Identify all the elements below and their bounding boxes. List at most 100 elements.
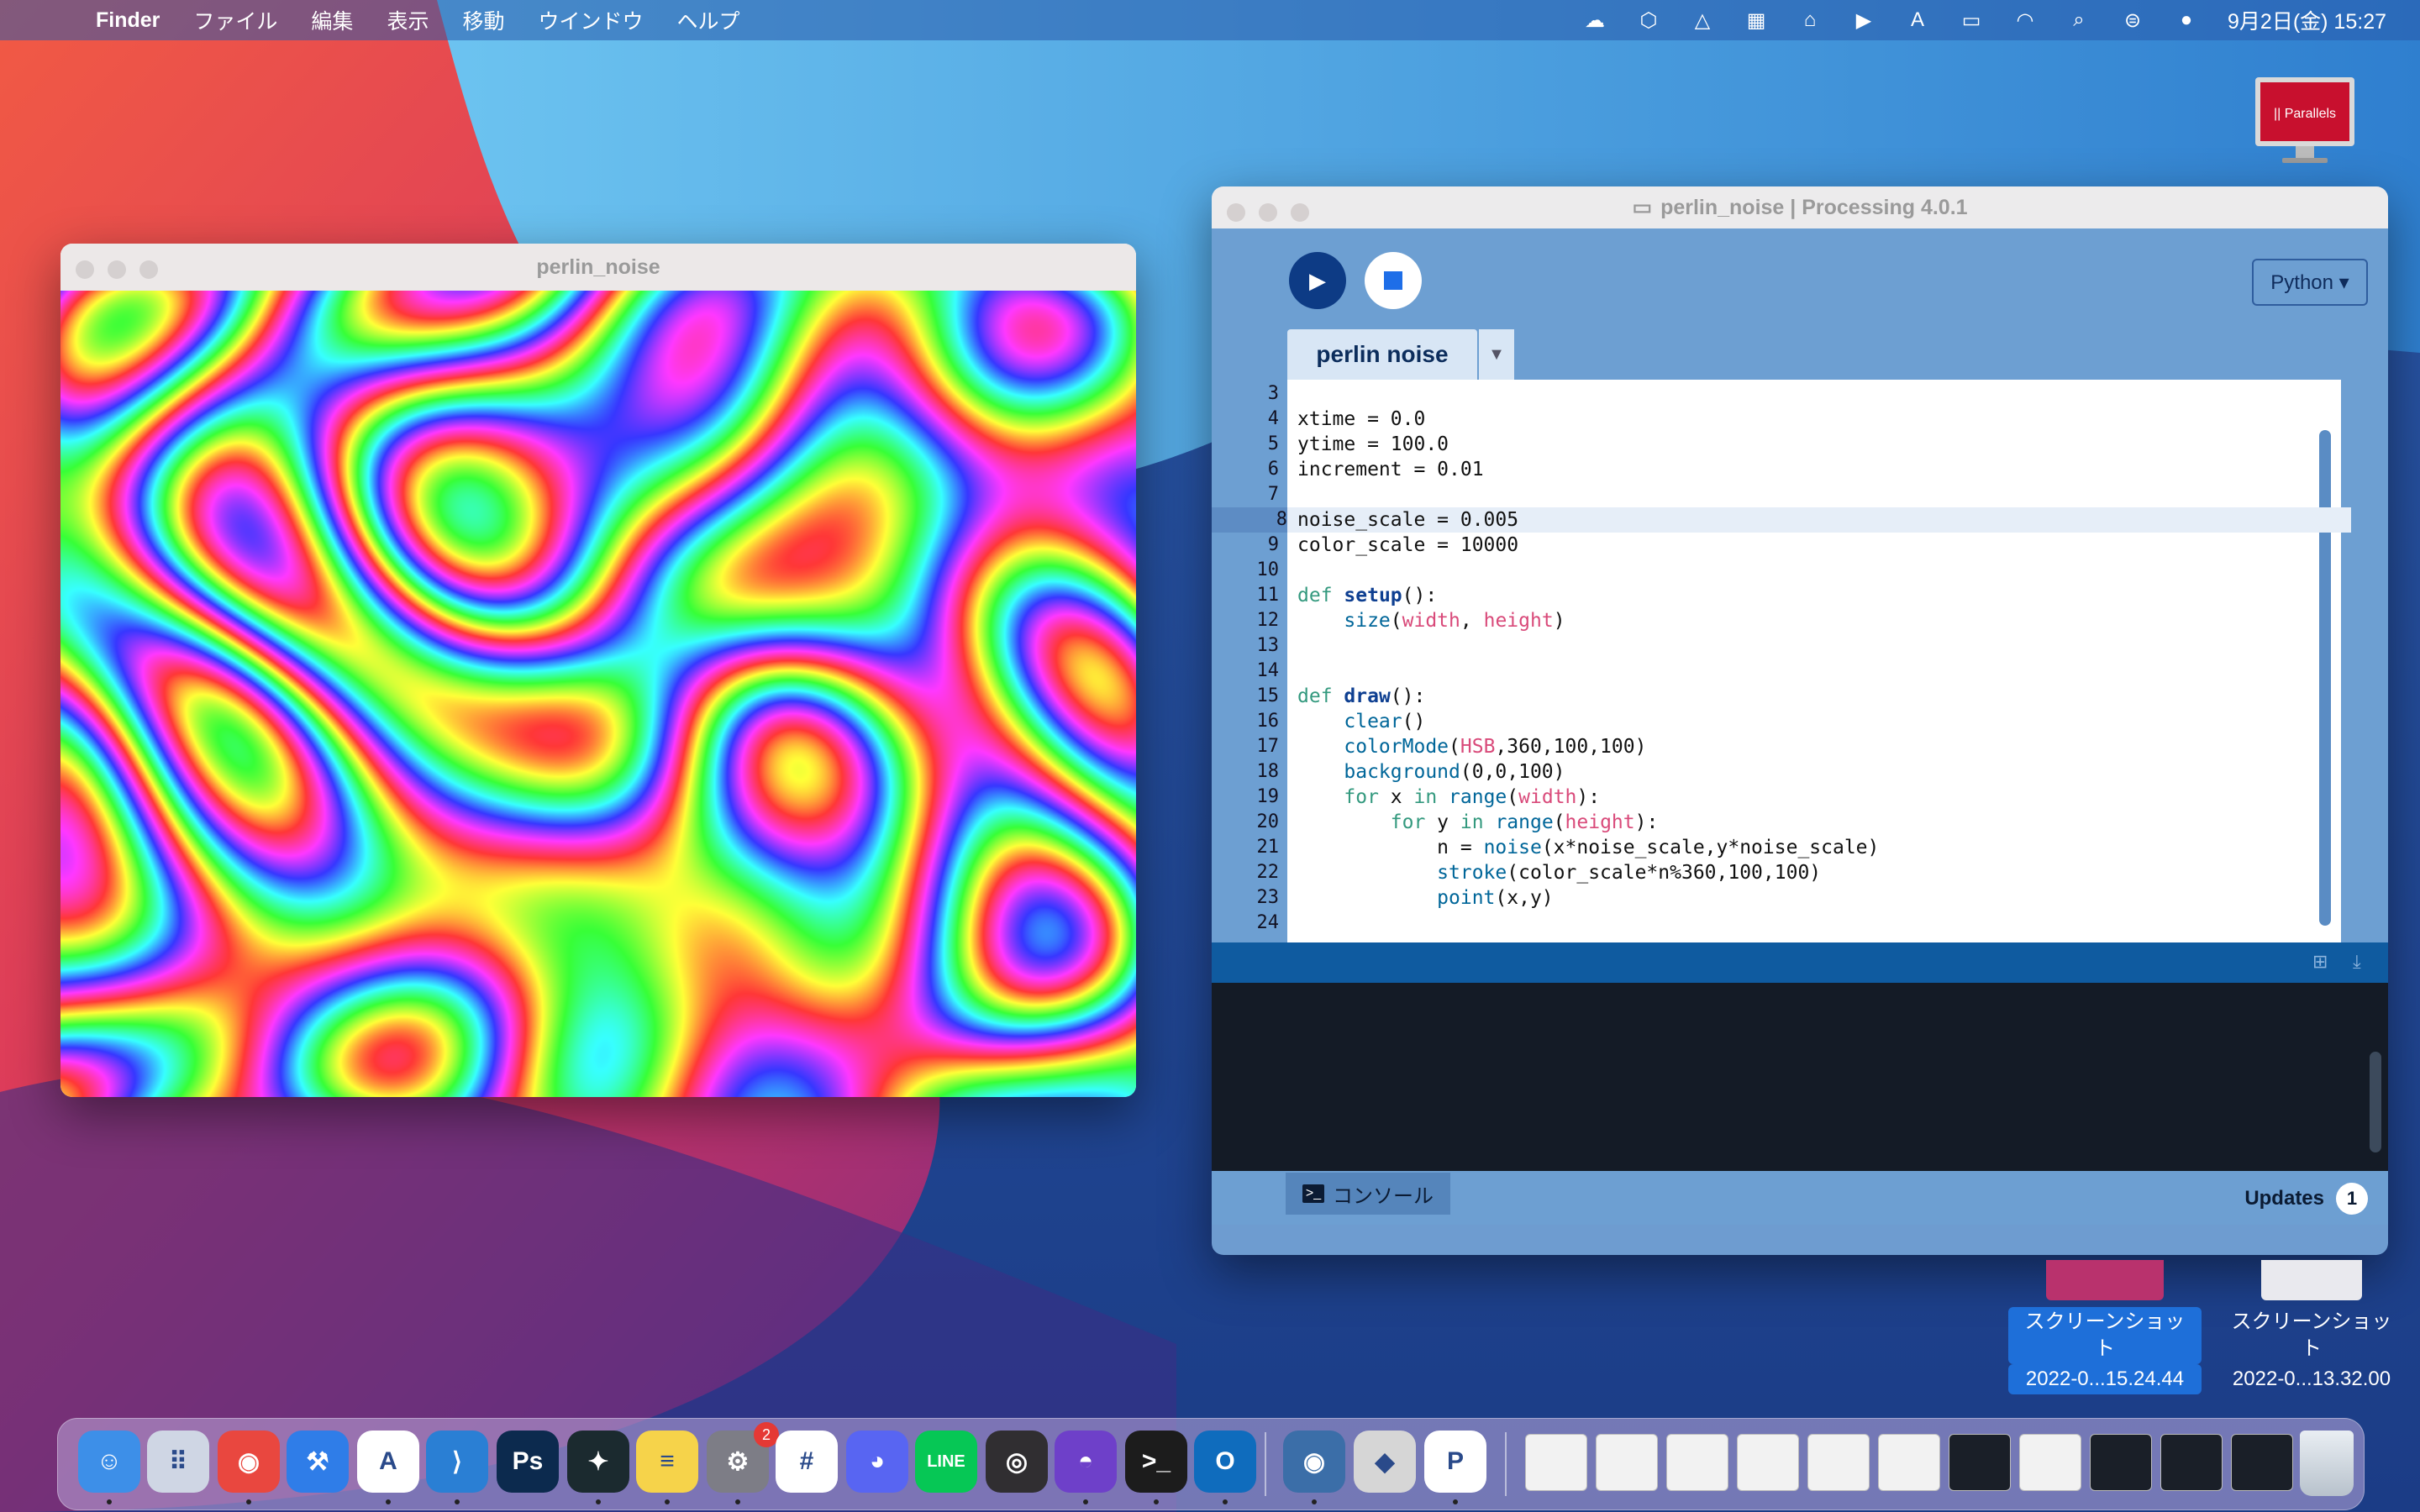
code-line[interactable]: point(x,y) <box>1287 885 2351 911</box>
parallels-desktop-icon[interactable]: || Parallels <box>2252 76 2358 170</box>
processing-ide-window[interactable]: ▭ perlin_noise | Processing 4.0.1 ▶ Pyth… <box>1212 186 2388 1255</box>
stop-button[interactable] <box>1365 252 1422 309</box>
code-line[interactable]: size(width, height) <box>1287 608 2351 633</box>
dock-outlook-icon[interactable]: O <box>1194 1431 1256 1493</box>
code-line[interactable] <box>1287 659 2351 684</box>
control-center-icon[interactable]: ⊜ <box>2120 8 2145 33</box>
tab-perlin-noise[interactable]: perlin noise <box>1287 329 1477 380</box>
dock-notes-icon[interactable]: ≡ <box>636 1431 698 1493</box>
play-icon[interactable]: ▶ <box>1851 8 1876 33</box>
dock-vscode-icon[interactable]: ⟩ <box>426 1431 488 1493</box>
perlin-noise-canvas[interactable] <box>60 291 1136 1097</box>
dock-minimized-window[interactable] <box>1737 1434 1799 1491</box>
dock-processing-icon[interactable]: P <box>1424 1431 1486 1493</box>
menu-go[interactable]: 移動 <box>462 5 504 35</box>
dock-minimized-window[interactable] <box>1666 1434 1728 1491</box>
dock-minimized-window[interactable] <box>1525 1434 1587 1491</box>
code-line[interactable]: ytime = 100.0 <box>1287 432 2351 457</box>
sketch-window[interactable]: perlin_noise <box>60 244 1136 1097</box>
dock-minimized-window[interactable] <box>2090 1434 2152 1491</box>
dock-discord-icon[interactable]: ◕ <box>846 1431 908 1493</box>
dock-github-desktop-icon[interactable]: ◓ <box>1055 1431 1117 1493</box>
dock-launchpad-icon[interactable]: ⠿ <box>147 1431 209 1493</box>
menu-help[interactable]: ヘルプ <box>676 5 739 35</box>
search-icon[interactable]: ⌕ <box>2066 8 2091 33</box>
code-line[interactable]: noise_scale = 0.005 <box>1287 507 2351 533</box>
menu-file[interactable]: ファイル <box>193 5 277 35</box>
dock-minimized-window[interactable] <box>2019 1434 2081 1491</box>
dock-app-store-icon[interactable]: A <box>357 1431 419 1493</box>
dock-finder-icon[interactable]: ☺ <box>78 1431 140 1493</box>
add-console-icon[interactable]: ⊞ <box>2312 951 2336 974</box>
dock-finder-eye-icon[interactable]: ◉ <box>1283 1431 1345 1493</box>
google-drive-icon[interactable]: △ <box>1690 8 1715 33</box>
ide-titlebar[interactable]: ▭ perlin_noise | Processing 4.0.1 <box>1212 186 2388 228</box>
run-button[interactable]: ▶ <box>1289 252 1346 309</box>
minimize-button[interactable] <box>108 260 126 279</box>
code-line[interactable]: color_scale = 10000 <box>1287 533 2351 558</box>
unity-hub-icon[interactable]: ⬡ <box>1636 8 1661 33</box>
code-line[interactable] <box>1287 558 2351 583</box>
dock-slack-icon[interactable]: # <box>776 1431 838 1493</box>
dock-minimized-window[interactable] <box>1807 1434 1870 1491</box>
code-line[interactable]: increment = 0.01 <box>1287 457 2351 482</box>
dock-filmora-icon[interactable]: ✦ <box>567 1431 629 1493</box>
dock-minimized-window[interactable] <box>1949 1434 2011 1491</box>
menu-window[interactable]: ウインドウ <box>538 5 643 35</box>
code-line[interactable]: stroke(color_scale*n%360,100,100) <box>1287 860 2351 885</box>
code-line[interactable]: for y in range(height): <box>1287 810 2351 835</box>
dock-chrome-icon[interactable]: ◉ <box>218 1431 280 1493</box>
sketch-titlebar[interactable]: perlin_noise <box>60 244 1136 291</box>
dock-obs-icon[interactable]: ◎ <box>986 1431 1048 1493</box>
updates-button[interactable]: Updates 1 <box>2244 1183 2368 1215</box>
close-button[interactable] <box>1227 203 1245 222</box>
mode-selector[interactable]: Python ▾ <box>2252 259 2368 306</box>
code-line[interactable] <box>1287 633 2351 659</box>
menubar-clock[interactable]: 9月2日(金) 15:27 <box>2228 5 2386 35</box>
console-output[interactable] <box>1212 983 2388 1171</box>
dock-unity-icon[interactable]: ◆ <box>1354 1431 1416 1493</box>
code-line[interactable]: clear() <box>1287 709 2351 734</box>
battery-icon[interactable]: ▭ <box>1959 8 1984 33</box>
dock-terminal-icon[interactable]: >_ <box>1125 1431 1187 1493</box>
inbox-icon[interactable]: ⌂ <box>1797 8 1823 33</box>
input-source-icon[interactable]: A <box>1905 8 1930 33</box>
dock-minimized-window[interactable] <box>2160 1434 2223 1491</box>
siri-icon[interactable]: ● <box>2174 8 2199 33</box>
dock-photoshop-icon[interactable]: Ps <box>497 1431 559 1493</box>
dock-xcode-icon[interactable]: ⚒ <box>287 1431 349 1493</box>
zoom-button[interactable] <box>1291 203 1309 222</box>
desktop-file-screenshot-1[interactable]: スクリーンショット 2022-0...15.24.44 <box>2008 1260 2202 1394</box>
dock-minimized-window[interactable] <box>1596 1434 1658 1491</box>
code-line[interactable]: for x in range(width): <box>1287 785 2351 810</box>
code-editor[interactable]: 3 4 5 6 7 8 9 10 11 12 13 14 15 16 17 18 19 20 21 22 23 24 xt… <box>1212 380 2388 942</box>
code-line[interactable]: colorMode(HSB,360,100,100) <box>1287 734 2351 759</box>
dock-minimized-window[interactable] <box>2231 1434 2293 1491</box>
dock-line-icon[interactable]: LINE <box>915 1431 977 1493</box>
console-scrollbar[interactable] <box>2370 1052 2381 1152</box>
code-line[interactable] <box>1287 482 2351 507</box>
zoom-button[interactable] <box>139 260 158 279</box>
console-tab[interactable]: >_ コンソール <box>1286 1173 1450 1215</box>
display-icon[interactable]: ▦ <box>1744 8 1769 33</box>
menu-app-name[interactable]: Finder <box>96 8 160 33</box>
code-line[interactable]: n = noise(x*noise_scale,y*noise_scale) <box>1287 835 2351 860</box>
desktop-file-screenshot-2[interactable]: スクリーンショット 2022-0...13.32.00 <box>2215 1260 2408 1394</box>
code-line[interactable]: def draw(): <box>1287 684 2351 709</box>
menu-edit[interactable]: 編集 <box>311 5 353 35</box>
code-line[interactable]: def setup(): <box>1287 583 2351 608</box>
creative-cloud-icon[interactable]: ☁ <box>1582 8 1607 33</box>
clear-console-icon[interactable]: ⤓ <box>2353 951 2376 974</box>
dock-minimized-window[interactable] <box>1878 1434 1940 1491</box>
wifi-icon[interactable]: ◠ <box>2012 8 2038 33</box>
menu-view[interactable]: 表示 <box>387 5 429 35</box>
trash-icon[interactable] <box>2300 1431 2354 1496</box>
tab-menu-chevron-down-icon[interactable]: ▼ <box>1477 329 1514 380</box>
minimize-button[interactable] <box>1259 203 1277 222</box>
code-line[interactable] <box>1287 911 2351 936</box>
code-line[interactable] <box>1287 381 2351 407</box>
code-line[interactable]: xtime = 0.0 <box>1287 407 2351 432</box>
code-area[interactable]: xtime = 0.0 ytime = 100.0 increment = 0.01… <box>1287 380 2351 942</box>
code-line[interactable]: background(0,0,100) <box>1287 759 2351 785</box>
close-button[interactable] <box>76 260 94 279</box>
